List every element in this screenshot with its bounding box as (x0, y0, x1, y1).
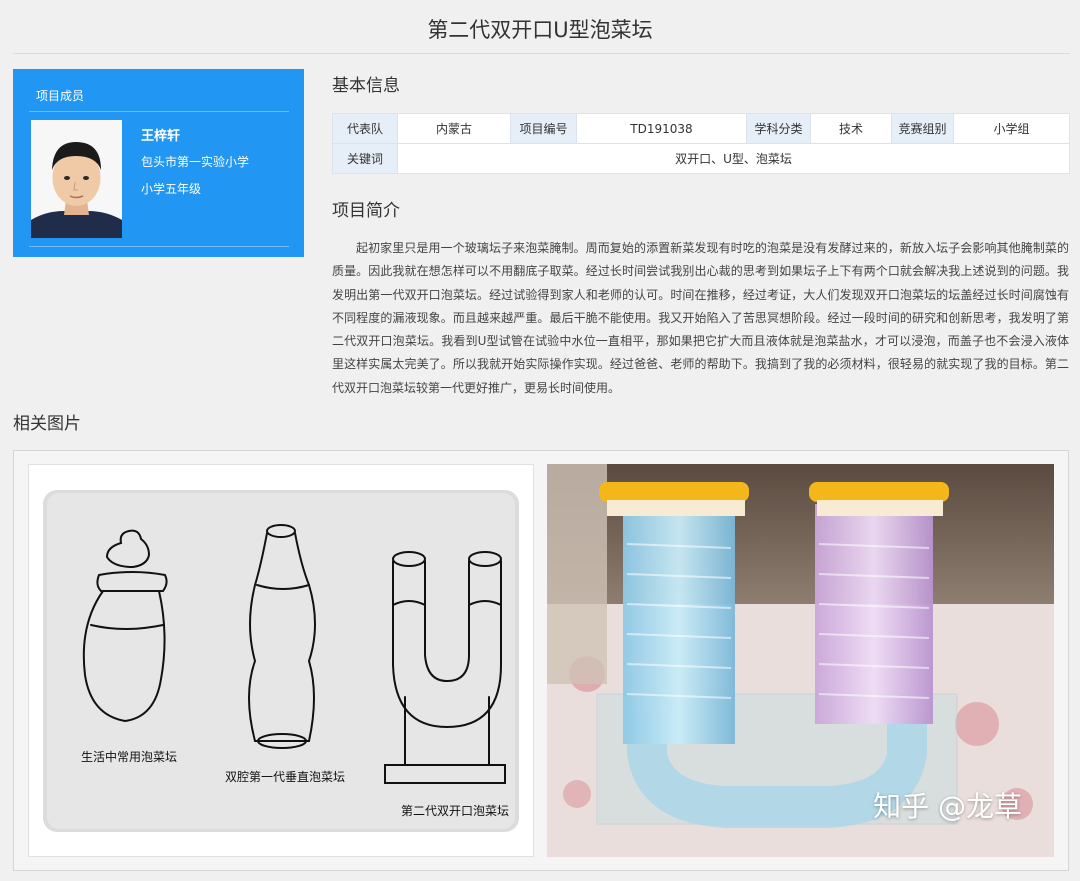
sketch-caption-3: 第二代双开口泡菜坛 (401, 804, 509, 818)
project-id-value: TD191038 (576, 113, 747, 144)
zhihu-watermark: 知乎 @龙草 (873, 790, 1022, 823)
table-row: 关键词 双开口、U型、泡菜坛 (332, 143, 1070, 174)
project-id-label: 项目编号 (510, 113, 577, 144)
keywords-value: 双开口、U型、泡菜坛 (397, 143, 1070, 174)
basic-info-heading: 基本信息 (332, 76, 400, 96)
avatar (31, 120, 122, 238)
keywords-label: 关键词 (332, 143, 398, 174)
title-divider (13, 53, 1070, 54)
card-divider-bottom (29, 246, 289, 247)
member-school: 包头市第一实验小学 (141, 155, 250, 169)
group-value: 小学组 (953, 113, 1070, 144)
sketch-image: 生活中常用泡菜坛 双腔第一代垂直泡菜坛 第二代双开口泡菜坛 (28, 464, 534, 857)
member-grade: 小学五年级 (141, 182, 202, 196)
member-card: 项目成员 王梓轩 包头市第一实验小学 小学五年级 (13, 69, 304, 257)
team-value: 内蒙古 (397, 113, 511, 144)
subject-value: 技术 (810, 113, 892, 144)
prototype-photo: 知乎 @龙草 (547, 464, 1054, 857)
intro-heading: 项目简介 (332, 201, 400, 221)
page-title: 第二代双开口U型泡菜坛 (427, 18, 653, 42)
table-row: 代表队 内蒙古 项目编号 TD191038 学科分类 技术 竞赛组别 小学组 (332, 113, 1070, 144)
member-name: 王梓轩 (141, 129, 181, 144)
basic-info-table: 代表队 内蒙古 项目编号 TD191038 学科分类 技术 竞赛组别 小学组 关… (332, 113, 1070, 174)
card-divider-top (29, 111, 289, 112)
intro-text: 起初家里只是用一个玻璃坛子来泡菜腌制。周而复始的添置新菜发现有时吃的泡菜是没有发… (332, 241, 1069, 395)
group-label: 竞赛组别 (891, 113, 954, 144)
sketch-caption-2: 双腔第一代垂直泡菜坛 (225, 769, 345, 784)
team-label: 代表队 (332, 113, 398, 144)
member-section-label: 项目成员 (36, 89, 85, 103)
sketch-caption-1: 生活中常用泡菜坛 (81, 749, 177, 764)
images-heading: 相关图片 (13, 414, 81, 434)
subject-label: 学科分类 (746, 113, 811, 144)
